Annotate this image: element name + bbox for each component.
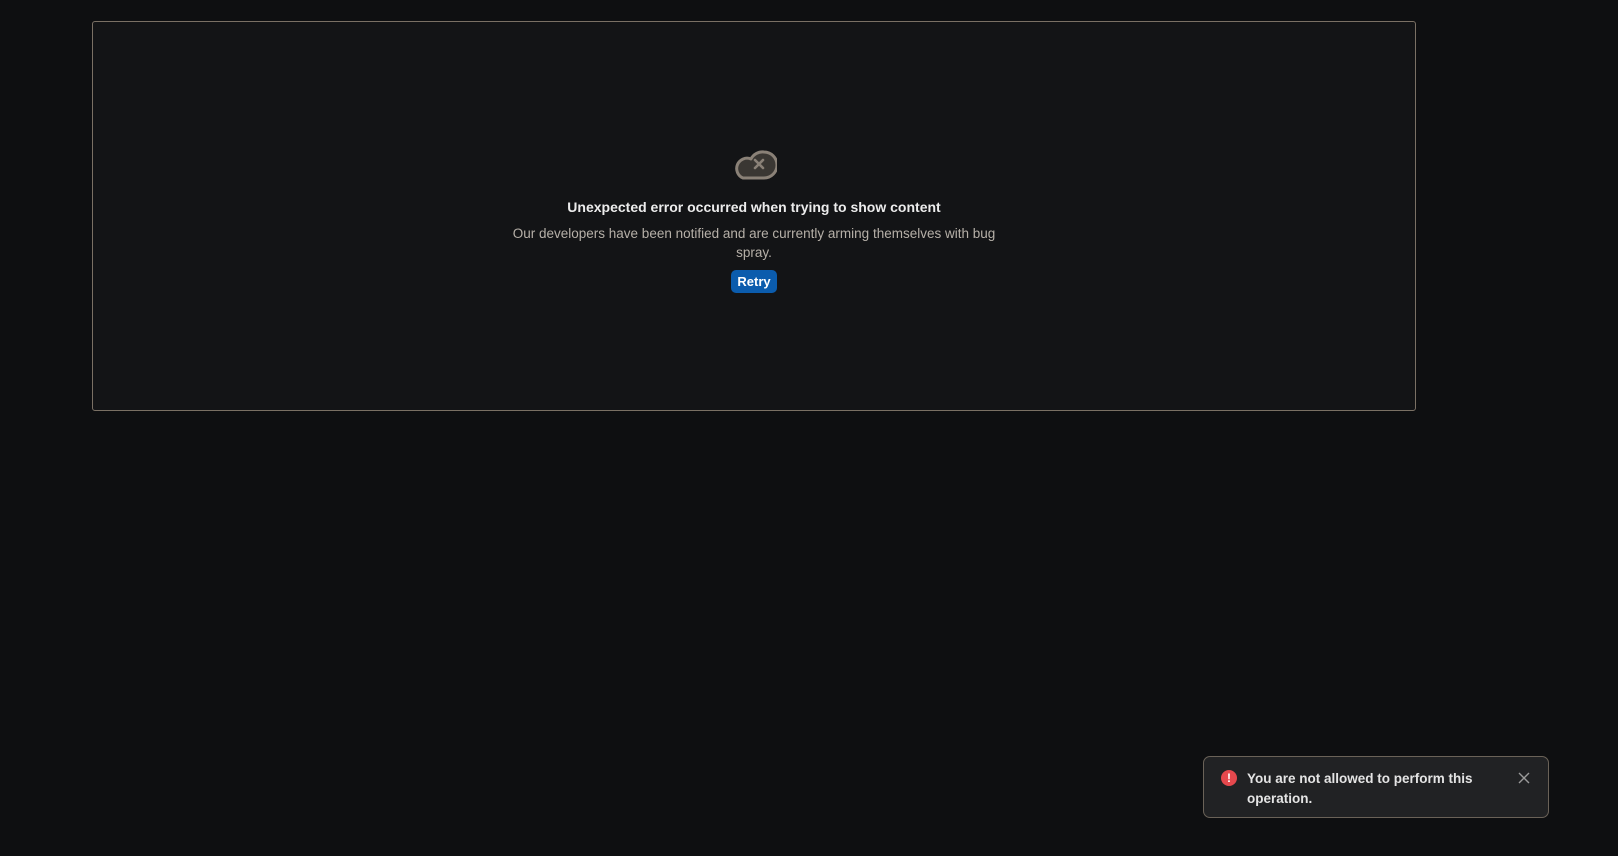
close-icon[interactable] xyxy=(1516,770,1532,786)
cloud-error-icon xyxy=(731,146,779,187)
error-content: Unexpected error occurred when trying to… xyxy=(93,146,1415,293)
error-title: Unexpected error occurred when trying to… xyxy=(567,199,941,215)
alert-circle-icon: ! xyxy=(1221,770,1237,786)
error-description: Our developers have been notified and ar… xyxy=(512,226,996,260)
toast-message: You are not allowed to perform this oper… xyxy=(1247,771,1473,806)
retry-button[interactable]: Retry xyxy=(731,270,777,293)
error-toast: ! You are not allowed to perform this op… xyxy=(1203,756,1549,818)
error-panel: Unexpected error occurred when trying to… xyxy=(92,21,1416,411)
